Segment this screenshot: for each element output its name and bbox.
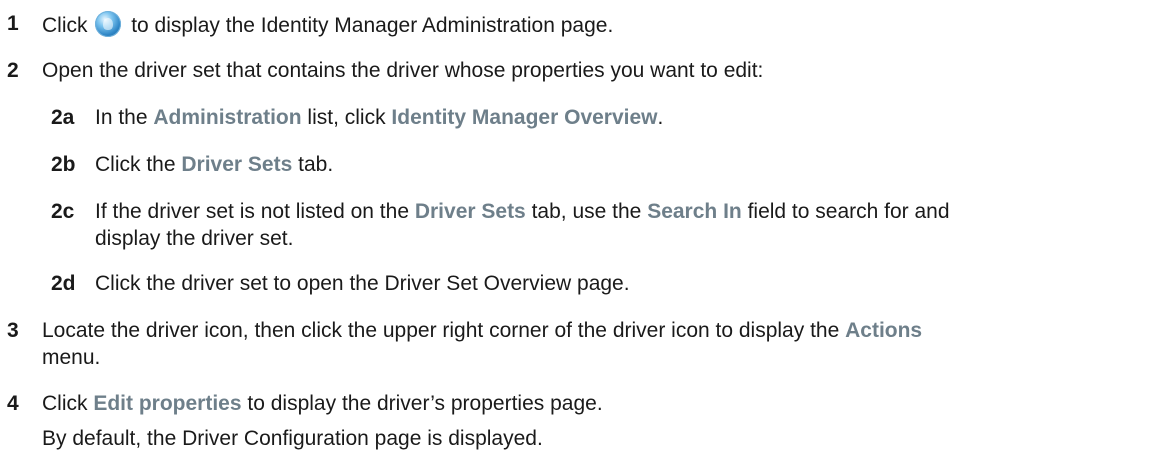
- ui-term-identity-manager-overview: Identity Manager Overview: [391, 106, 658, 129]
- step-number: 4: [7, 392, 19, 415]
- identity-manager-globe-icon: [95, 11, 122, 37]
- step-text: Open the driver set that contains the dr…: [42, 59, 764, 82]
- step-number: 1: [7, 12, 19, 35]
- step-text: In the Administration list, click Identi…: [95, 106, 664, 129]
- step-text-continued: display the driver set.: [95, 227, 294, 250]
- step-number: 2c: [51, 200, 75, 223]
- step-number: 3: [7, 319, 19, 342]
- step-text: If the driver set is not listed on the D…: [95, 200, 950, 223]
- ui-term-search-in: Search In: [647, 200, 742, 223]
- step-text: Click to display the Identity Manager Ad…: [42, 11, 613, 39]
- step-number: 2: [7, 59, 19, 82]
- step-number: 2d: [51, 272, 76, 295]
- ui-term-actions: Actions: [845, 319, 923, 342]
- step-text: Locate the driver icon, then click the u…: [42, 319, 923, 342]
- step-text: Click Edit properties to display the dri…: [42, 392, 603, 415]
- ui-term-edit-properties: Edit properties: [93, 392, 242, 415]
- step-number: 2a: [51, 106, 75, 129]
- step-text: Click the Driver Sets tab.: [95, 153, 334, 176]
- procedure: 1 Click to display the Identity Manager …: [0, 0, 1175, 458]
- step-number: 2b: [51, 153, 76, 176]
- step-text-continued: menu.: [42, 346, 101, 369]
- result-note: By default, the Driver Configuration pag…: [42, 427, 543, 450]
- step-text: Click the driver set to open the Driver …: [95, 272, 630, 295]
- ui-term-administration: Administration: [153, 106, 302, 129]
- ui-term-driver-sets: Driver Sets: [414, 200, 526, 223]
- ui-term-driver-sets: Driver Sets: [181, 153, 293, 176]
